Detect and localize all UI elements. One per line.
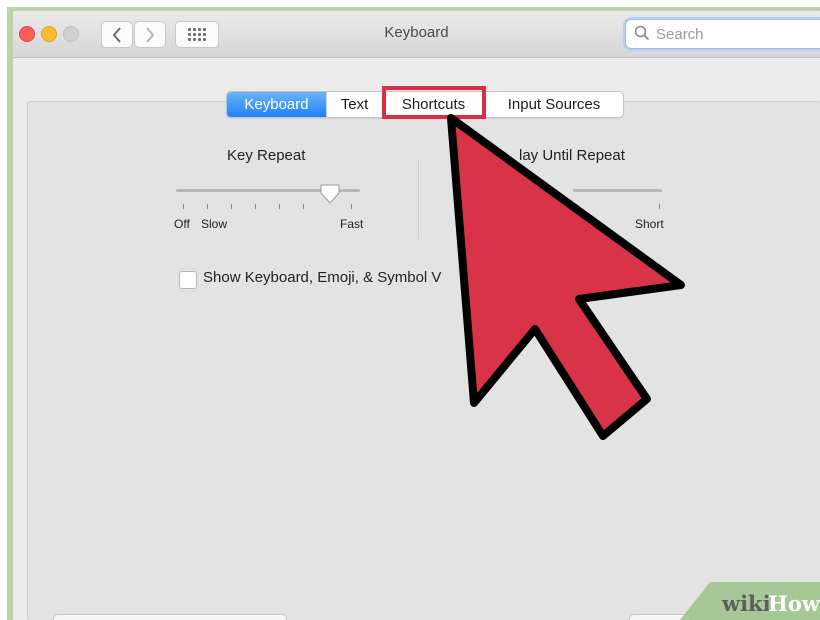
wikihow-watermark: wiki How — [680, 582, 820, 620]
image-frame: Keyboard Search Keyboard Text Shortcuts … — [7, 7, 820, 620]
pointer-arrow-icon — [447, 114, 685, 440]
watermark-how: How — [768, 591, 820, 616]
watermark-wiki: wiki — [721, 591, 771, 616]
